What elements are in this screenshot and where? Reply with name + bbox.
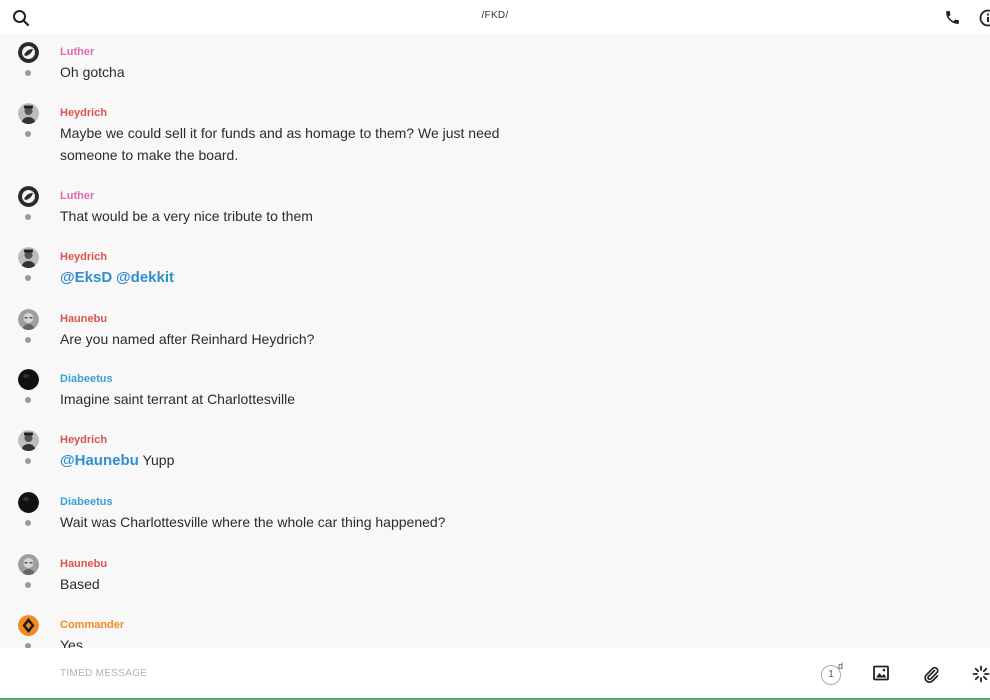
avatar[interactable] bbox=[18, 492, 39, 513]
message-text: Imagine saint terrant at Charlottesville bbox=[60, 391, 295, 407]
avatar[interactable] bbox=[18, 42, 39, 63]
avatar[interactable] bbox=[18, 554, 39, 575]
avatar[interactable] bbox=[18, 186, 39, 207]
image-icon[interactable] bbox=[873, 665, 889, 681]
message-text: Wait was Charlottesville where the whole… bbox=[60, 514, 446, 530]
message-text: Maybe we could sell it for funds and as … bbox=[60, 125, 500, 163]
conversation-title: /FKD/ bbox=[481, 10, 509, 21]
composer-bar: 1 d bbox=[0, 648, 990, 698]
message-text: Are you named after Reinhard Heydrich? bbox=[60, 331, 315, 347]
avatar[interactable] bbox=[18, 247, 39, 268]
status-dot bbox=[25, 131, 31, 137]
phone-icon[interactable] bbox=[944, 9, 961, 26]
status-dot bbox=[25, 337, 31, 343]
avatar[interactable] bbox=[18, 309, 39, 330]
message-author[interactable]: Haunebu bbox=[60, 558, 107, 570]
message-text-fragment: Yupp bbox=[142, 452, 175, 468]
message-author[interactable]: Commander bbox=[60, 619, 124, 631]
message-author[interactable]: Luther bbox=[60, 46, 94, 58]
message-text: @Haunebu Yupp bbox=[60, 449, 530, 472]
status-dot bbox=[25, 70, 31, 76]
loading-spinner-icon[interactable] bbox=[972, 665, 990, 683]
avatar[interactable] bbox=[18, 369, 39, 390]
mention-link[interactable]: @EksD bbox=[60, 269, 112, 286]
status-dot bbox=[25, 458, 31, 464]
message-author[interactable]: Heydrich bbox=[60, 251, 107, 263]
message-input[interactable] bbox=[60, 662, 660, 684]
status-dot bbox=[25, 275, 31, 281]
message-text: Oh gotcha bbox=[60, 64, 125, 80]
status-dot bbox=[25, 214, 31, 220]
avatar[interactable] bbox=[18, 615, 39, 636]
message-author[interactable]: Heydrich bbox=[60, 434, 107, 446]
message-text: Yes bbox=[60, 637, 83, 648]
mention-link[interactable]: @Haunebu bbox=[60, 452, 139, 469]
message-text: Based bbox=[60, 576, 100, 592]
mention-link[interactable]: @dekkit bbox=[116, 269, 174, 286]
status-dot bbox=[25, 520, 31, 526]
message-author[interactable]: Diabeetus bbox=[60, 496, 113, 508]
message-author[interactable]: Luther bbox=[60, 190, 94, 202]
message-text: @EksD @dekkit bbox=[60, 266, 530, 289]
message-author[interactable]: Heydrich bbox=[60, 107, 107, 119]
paperclip-icon[interactable] bbox=[922, 665, 940, 683]
message-feed[interactable]: Luther Oh gotcha Heydrich Maybe we could… bbox=[0, 34, 990, 648]
status-dot bbox=[25, 582, 31, 588]
avatar[interactable] bbox=[18, 430, 39, 451]
info-icon[interactable] bbox=[979, 9, 990, 27]
timer-unit: d bbox=[838, 661, 844, 671]
avatar[interactable] bbox=[18, 103, 39, 124]
message-author[interactable]: Haunebu bbox=[60, 313, 107, 325]
message-author[interactable]: Diabeetus bbox=[60, 373, 113, 385]
top-bar: /FKD/ bbox=[0, 0, 990, 34]
status-dot bbox=[25, 397, 31, 403]
message-text: That would be a very nice tribute to the… bbox=[60, 208, 313, 224]
